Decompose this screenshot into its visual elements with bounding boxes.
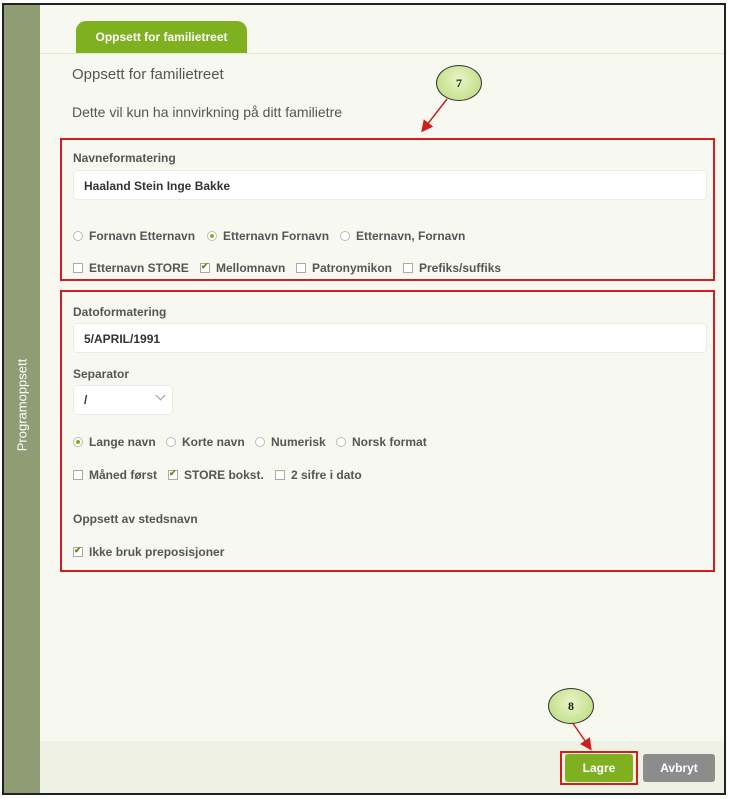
radio-fornavn-etternavn[interactable]: Fornavn Etternavn xyxy=(73,229,195,243)
radio-icon xyxy=(336,437,346,447)
radio-icon xyxy=(340,231,350,241)
radio-icon xyxy=(166,437,176,447)
cancel-button[interactable]: Avbryt xyxy=(643,754,715,782)
callout-7: 7 xyxy=(436,65,482,101)
checkbox-2-sifre[interactable]: 2 sifre i dato xyxy=(275,468,362,482)
save-button[interactable]: Lagre xyxy=(565,754,633,782)
radio-lange-navn[interactable]: Lange navn xyxy=(73,435,156,449)
checkbox-icon xyxy=(403,263,413,273)
date-preview-field: 5/APRIL/1991 xyxy=(73,323,707,353)
checkbox-icon xyxy=(296,263,306,273)
checkbox-icon xyxy=(275,470,285,480)
page-subtitle: Dette vil kun ha innvirkning på ditt fam… xyxy=(72,104,343,120)
checkbox-checked-icon xyxy=(168,468,178,480)
checkbox-ikke-bruk-preposisjoner[interactable]: Ikke bruk preposisjoner xyxy=(73,545,224,559)
sidebar-label: Programoppsett xyxy=(14,358,30,452)
radio-selected-icon xyxy=(207,231,217,241)
tab-family-tree-settings[interactable]: Oppsett for familietreet xyxy=(76,21,247,54)
checkbox-checked-icon xyxy=(73,545,83,557)
date-format-label: Datoformatering xyxy=(73,305,167,319)
separator-label: Separator xyxy=(73,367,130,381)
checkbox-checked-icon xyxy=(200,261,210,273)
radio-korte-navn[interactable]: Korte navn xyxy=(166,435,245,449)
name-preview-field: Haaland Stein Inge Bakke xyxy=(73,170,707,200)
radio-numerisk[interactable]: Numerisk xyxy=(255,435,326,449)
chevron-down-icon xyxy=(155,390,166,401)
checkbox-mellomnavn[interactable]: Mellomnavn xyxy=(200,261,285,275)
checkbox-etternavn-store[interactable]: Etternavn STORE xyxy=(73,261,189,275)
checkbox-maaned-forst[interactable]: Måned først xyxy=(73,468,157,482)
callout-8: 8 xyxy=(548,688,594,724)
tab-divider xyxy=(40,53,724,54)
place-names-label: Oppsett av stedsnavn xyxy=(73,512,198,526)
radio-icon xyxy=(255,437,265,447)
checkbox-patronymikon[interactable]: Patronymikon xyxy=(296,261,392,275)
sidebar: Programoppsett xyxy=(4,5,40,793)
radio-icon xyxy=(73,231,83,241)
radio-etternavn-komma-fornavn[interactable]: Etternavn, Fornavn xyxy=(340,229,465,243)
checkbox-store-bokst[interactable]: STORE bokst. xyxy=(168,468,264,482)
page-title: Oppsett for familietreet xyxy=(72,66,224,83)
radio-selected-icon xyxy=(73,437,83,447)
separator-select[interactable]: / xyxy=(73,385,173,415)
checkbox-icon xyxy=(73,470,83,480)
checkbox-icon xyxy=(73,263,83,273)
name-format-label: Navneformatering xyxy=(73,151,176,165)
radio-etternavn-fornavn[interactable]: Etternavn Fornavn xyxy=(207,229,329,243)
checkbox-prefiks-suffiks[interactable]: Prefiks/suffiks xyxy=(403,261,501,275)
radio-norsk-format[interactable]: Norsk format xyxy=(336,435,427,449)
